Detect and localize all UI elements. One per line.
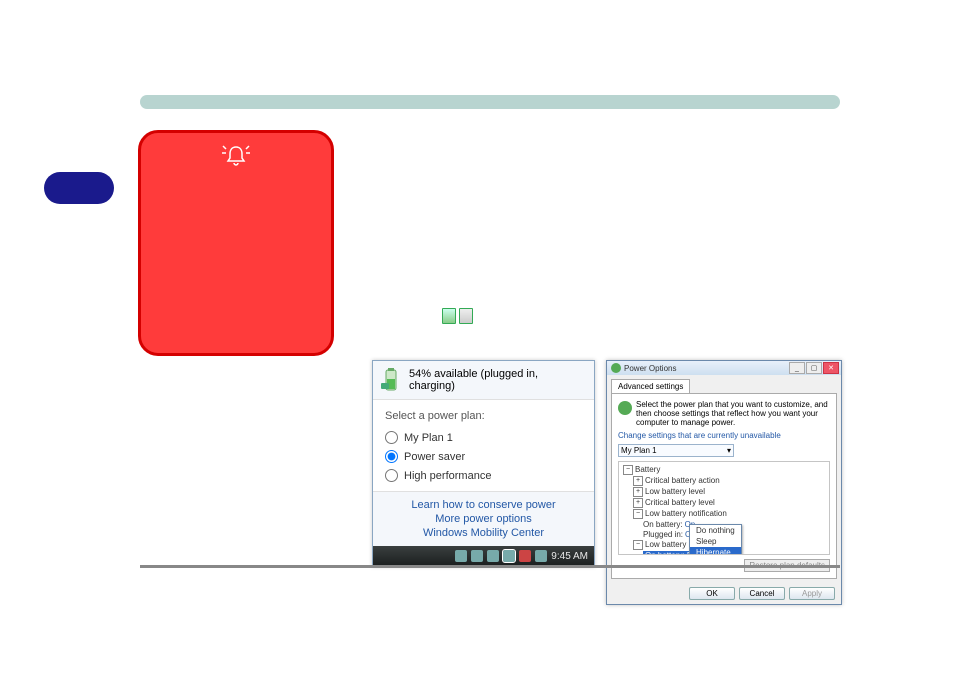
power-options-icon [611, 363, 621, 373]
tree-node[interactable]: Low battery level [645, 487, 705, 496]
dropdown-option[interactable]: Do nothing [690, 525, 741, 536]
plan-radio-powersaver[interactable] [385, 450, 398, 463]
battery-status-text: 54% available (plugged in, charging) [409, 368, 586, 392]
maximize-button[interactable]: ▢ [806, 362, 822, 374]
inline-tray-icons [442, 308, 473, 324]
power-popup: 54% available (plugged in, charging) Sel… [372, 360, 595, 567]
dropdown-option[interactable]: Sleep [690, 536, 741, 547]
power-popup-links: Learn how to conserve power More power o… [373, 491, 594, 546]
side-tab [44, 172, 114, 204]
tree-expand-icon[interactable]: + [633, 498, 643, 508]
tree-leaf-label: On battery: [643, 520, 683, 529]
action-dropdown[interactable]: Do nothing Sleep Hibernate Shut down [689, 524, 742, 555]
chevron-down-icon: ▾ [727, 446, 731, 455]
tray-volume-icon[interactable] [535, 550, 547, 562]
power-popup-body: Select a power plan: My Plan 1 Power sav… [373, 400, 594, 491]
dialog-intro: Select the power plan that you want to c… [618, 400, 830, 427]
tree-expand-icon[interactable]: + [633, 476, 643, 486]
power-popup-header: 54% available (plugged in, charging) [373, 361, 594, 400]
plan-radio-highperf[interactable] [385, 469, 398, 482]
tree-collapse-icon[interactable]: − [633, 540, 643, 550]
taskbar-clock: 9:45 AM [551, 551, 588, 562]
tab-advanced-settings[interactable]: Advanced settings [611, 379, 690, 393]
ok-button[interactable]: OK [689, 587, 735, 600]
window-buttons: _ ▢ ✕ [789, 362, 839, 374]
plan-option-myplan1[interactable]: My Plan 1 [385, 428, 582, 447]
tray-power-icon[interactable] [503, 550, 515, 562]
alarm-icon [222, 143, 250, 172]
tree-collapse-icon[interactable]: − [633, 509, 643, 519]
battery-charging-icon [381, 367, 401, 393]
dialog-footer: OK Cancel Apply [607, 583, 841, 604]
tray-icon[interactable] [455, 550, 467, 562]
link-change-settings[interactable]: Change settings that are currently unava… [618, 431, 830, 440]
tree-node-battery[interactable]: Battery [635, 465, 660, 474]
tree-node[interactable]: Low battery notification [645, 509, 727, 518]
plan-label: My Plan 1 [404, 432, 453, 444]
link-mobility-center[interactable]: Windows Mobility Center [377, 526, 590, 540]
plan-select-value: My Plan 1 [621, 446, 657, 455]
plan-radio-myplan1[interactable] [385, 431, 398, 444]
tree-collapse-icon[interactable]: − [623, 465, 633, 475]
battery-icon [459, 308, 473, 324]
dialog-body: Select the power plan that you want to c… [611, 393, 837, 579]
tree-node[interactable]: Critical battery action [645, 476, 720, 485]
plan-label: Power saver [404, 451, 465, 463]
plan-label: High performance [404, 470, 491, 482]
tray-icon[interactable] [471, 550, 483, 562]
section-divider [140, 565, 840, 568]
tree-expand-icon[interactable]: + [633, 487, 643, 497]
section-header-bar [140, 95, 840, 109]
dialog-intro-text: Select the power plan that you want to c… [636, 400, 830, 427]
cancel-button[interactable]: Cancel [739, 587, 785, 600]
warning-box [138, 130, 334, 356]
dropdown-option[interactable]: Hibernate [690, 547, 741, 555]
link-conserve-power[interactable]: Learn how to conserve power [377, 498, 590, 512]
link-more-options[interactable]: More power options [377, 512, 590, 526]
power-plug-icon [442, 308, 456, 324]
dialog-title: Power Options [624, 364, 676, 373]
plan-select-dropdown[interactable]: My Plan 1 ▾ [618, 444, 734, 457]
apply-button[interactable]: Apply [789, 587, 835, 600]
dialog-titlebar: Power Options _ ▢ ✕ [607, 361, 841, 375]
settings-tree[interactable]: −Battery +Critical battery action +Low b… [618, 461, 830, 555]
taskbar: 9:45 AM [373, 546, 594, 566]
tree-node[interactable]: Critical battery level [645, 498, 715, 507]
minimize-button[interactable]: _ [789, 362, 805, 374]
plan-option-highperf[interactable]: High performance [385, 466, 582, 485]
plan-select-label: Select a power plan: [385, 410, 582, 422]
tray-icon[interactable] [487, 550, 499, 562]
plan-option-powersaver[interactable]: Power saver [385, 447, 582, 466]
power-options-dialog: Power Options _ ▢ ✕ Advanced settings Se… [606, 360, 842, 605]
tree-leaf-label: Plugged in: [643, 530, 683, 539]
battery-eco-icon [618, 401, 632, 415]
close-button[interactable]: ✕ [823, 362, 839, 374]
tray-icon[interactable] [519, 550, 531, 562]
